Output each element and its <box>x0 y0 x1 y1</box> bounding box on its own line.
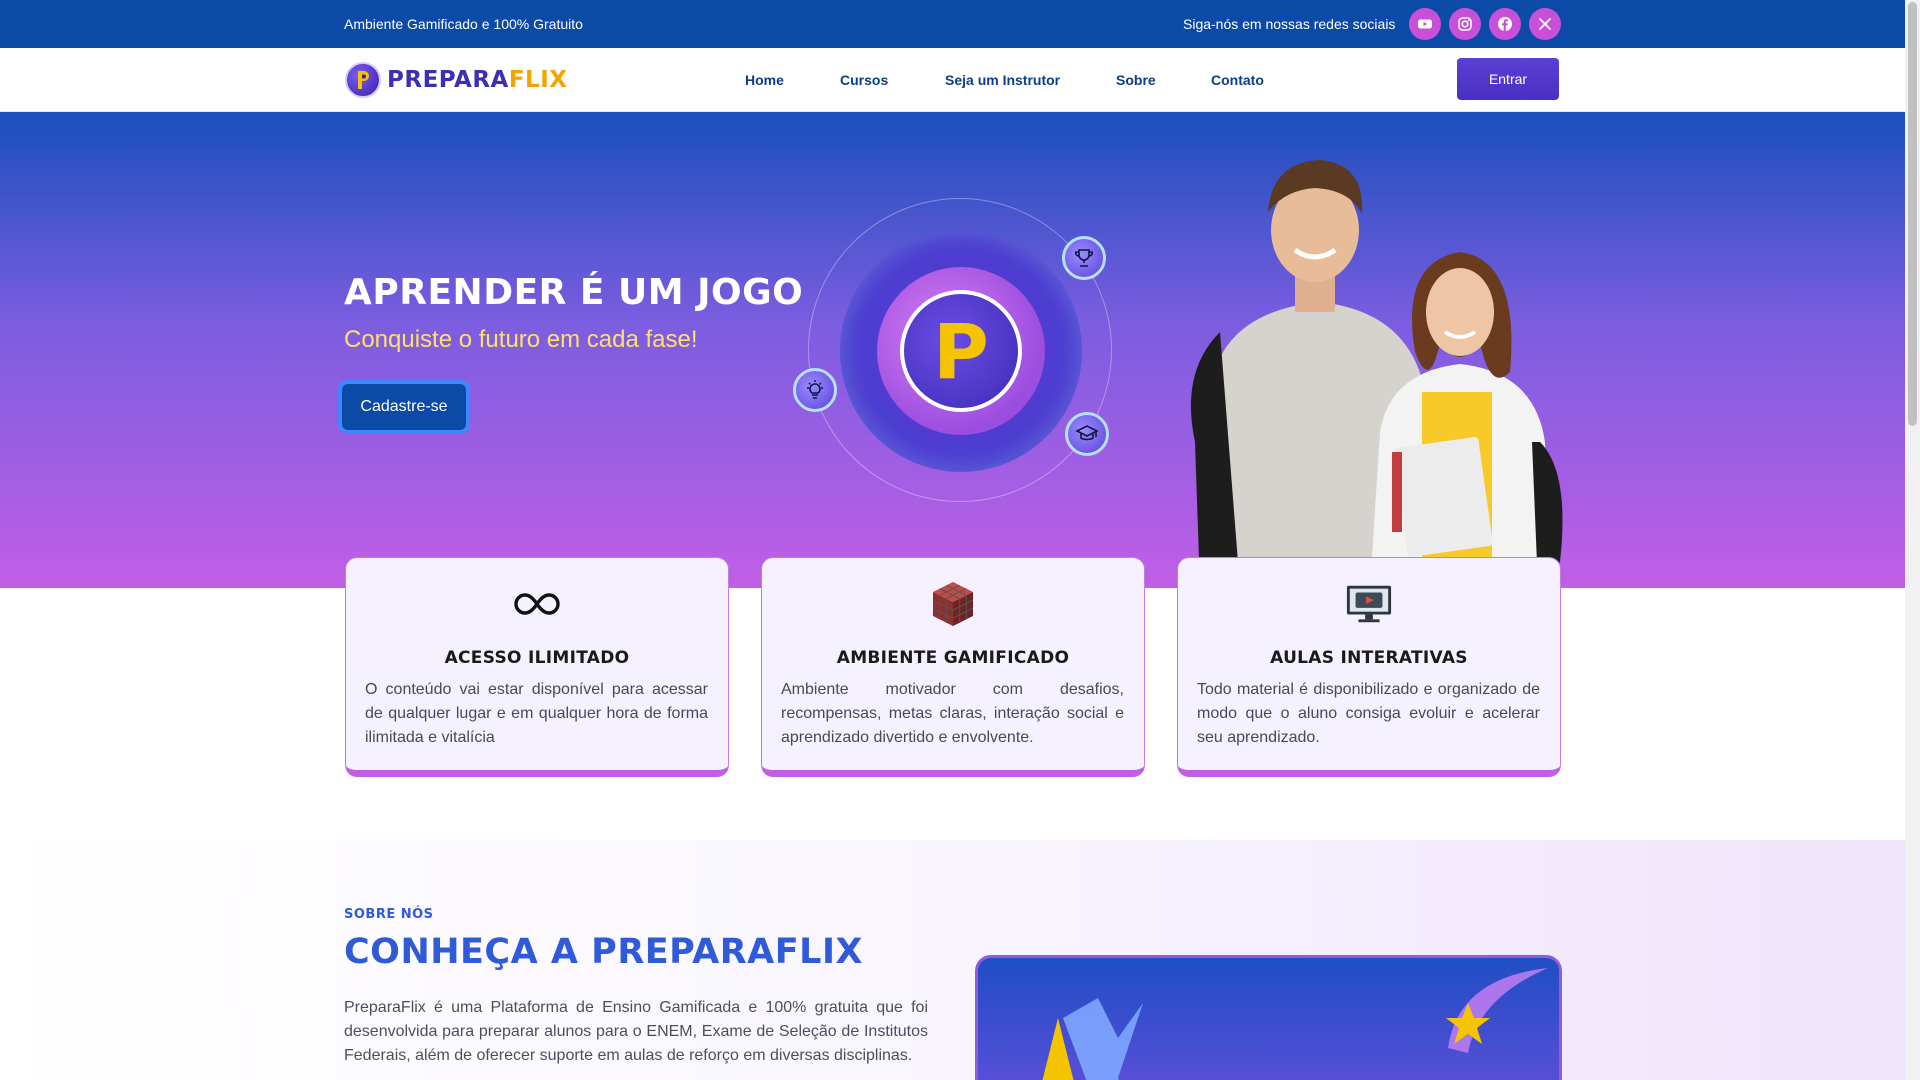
hero-subtitle: Conquiste o futuro em cada fase! <box>344 326 698 353</box>
about-section: SOBRE NÓS CONHEÇA A PREPARAFLIX PreparaF… <box>0 840 1905 1080</box>
nav-home[interactable]: Home <box>745 72 784 88</box>
feature-card-acesso: ACESSO ILIMITADO O conteúdo vai estar di… <box>345 557 729 777</box>
top-bar: Ambiente Gamificado e 100% Gratuito Siga… <box>0 0 1905 48</box>
feature-description: Ambiente motivador com desafios, recompe… <box>781 681 1124 746</box>
students-illustration <box>1190 160 1563 588</box>
feature-title: AMBIENTE GAMIFICADO <box>836 648 1070 668</box>
logo-wordmark: PREPARAFLIX <box>387 67 568 93</box>
emblem-core: P <box>900 290 1022 412</box>
about-kicker: SOBRE NÓS <box>344 907 434 922</box>
main-navbar: PREPARAFLIX Home Cursos Seja um Instruto… <box>0 48 1905 112</box>
feature-description: Todo material é disponibilizado e organi… <box>1197 681 1540 746</box>
x-icon[interactable] <box>1529 8 1561 40</box>
feature-card-aulas: AULAS INTERATIVAS Todo material é dispon… <box>1177 557 1561 777</box>
about-illustration <box>975 955 1562 1080</box>
nav-seja-instrutor[interactable]: Seja um Instrutor <box>945 72 1060 88</box>
facebook-icon[interactable] <box>1489 8 1521 40</box>
about-text: PreparaFlix é uma Plataforma de Ensino G… <box>344 999 928 1064</box>
lightbulb-icon <box>793 368 837 412</box>
monitor-play-icon <box>1345 580 1393 628</box>
promo-text: Ambiente Gamificado e 100% Gratuito <box>344 16 583 32</box>
rubiks-cube-icon <box>929 580 977 628</box>
feature-title: AULAS INTERATIVAS <box>1270 648 1468 668</box>
feature-description: O conteúdo vai estar disponível para ace… <box>365 681 708 746</box>
scrollbar-thumb[interactable] <box>1908 2 1917 426</box>
instagram-icon[interactable] <box>1449 8 1481 40</box>
feature-card-gamificado: AMBIENTE GAMIFICADO Ambiente motivador c… <box>761 557 1145 777</box>
nav-contato[interactable]: Contato <box>1211 72 1264 88</box>
hero-section: APRENDER É UM JOGO Conquiste o futuro em… <box>0 112 1905 588</box>
infinity-icon <box>513 580 561 628</box>
logo-badge-icon <box>345 62 381 98</box>
signup-button[interactable]: Cadastre-se <box>342 384 466 430</box>
nav-sobre[interactable]: Sobre <box>1116 72 1156 88</box>
trophy-icon <box>1062 236 1106 280</box>
login-button[interactable]: Entrar <box>1457 58 1559 100</box>
feature-title: ACESSO ILIMITADO <box>444 648 630 668</box>
graduation-cap-icon <box>1065 412 1109 456</box>
about-heading: CONHEÇA A PREPARAFLIX <box>344 932 863 972</box>
youtube-icon[interactable] <box>1409 8 1441 40</box>
nav-cursos[interactable]: Cursos <box>840 72 888 88</box>
preparaflix-logo[interactable]: PREPARAFLIX <box>345 62 568 98</box>
social-label: Siga-nós em nossas redes sociais <box>1183 16 1396 32</box>
hero-title: APRENDER É UM JOGO <box>344 272 804 313</box>
emblem-letter: P <box>933 306 989 396</box>
